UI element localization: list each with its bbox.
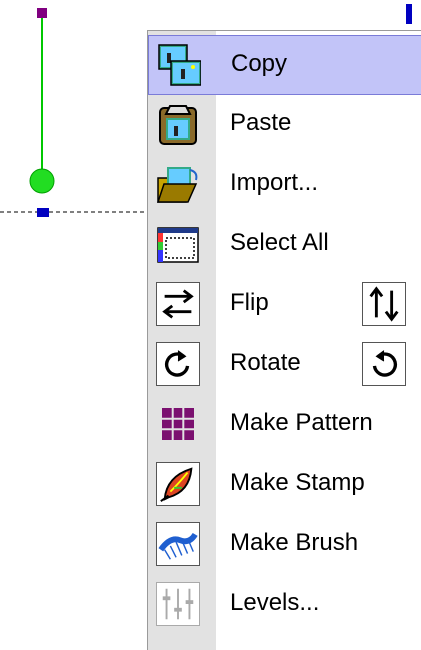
paste-icon xyxy=(159,105,197,145)
menu-item-select-all[interactable]: Select All xyxy=(148,215,421,275)
selection-handle-bottom[interactable] xyxy=(37,208,49,217)
flip-vertical-icon[interactable] xyxy=(362,282,406,326)
menu-item-levels[interactable]: Levels... xyxy=(148,575,421,635)
rotation-handle-knob[interactable] xyxy=(29,168,55,194)
flip-horizontal-icon xyxy=(156,282,200,326)
menu-item-label: Copy xyxy=(231,50,288,77)
import-icon xyxy=(156,167,198,203)
menu-item-import[interactable]: Import... xyxy=(148,155,421,215)
levels-sliders-icon xyxy=(156,582,200,626)
menu-item-label: Import... xyxy=(230,169,319,196)
menu-item-flip[interactable]: Flip xyxy=(148,275,421,335)
menu-item-label: Select All xyxy=(230,229,329,256)
menu-item-rotate[interactable]: Rotate xyxy=(148,335,421,395)
context-menu: Copy Paste Import... Select All Flip Rot… xyxy=(147,30,421,650)
menu-item-label: Make Brush xyxy=(230,529,359,556)
leaf-stamp-icon xyxy=(156,462,200,506)
copy-icon xyxy=(158,44,201,86)
brush-icon xyxy=(156,522,200,566)
menu-item-make-stamp[interactable]: Make Stamp xyxy=(148,455,421,515)
selection-handle-top-right[interactable] xyxy=(406,4,412,24)
menu-item-label: Rotate xyxy=(230,349,301,376)
menu-item-label: Make Stamp xyxy=(230,469,365,496)
rotate-clockwise-icon xyxy=(156,342,200,386)
menu-item-paste[interactable]: Paste xyxy=(148,95,421,155)
rotation-handle-top[interactable] xyxy=(37,8,47,18)
select-all-icon xyxy=(157,227,199,263)
rotate-counterclockwise-icon[interactable] xyxy=(362,342,406,386)
pattern-grid-icon xyxy=(162,408,194,440)
menu-item-copy[interactable]: Copy xyxy=(148,35,421,95)
menu-item-label: Paste xyxy=(230,109,292,136)
menu-item-label: Flip xyxy=(230,289,269,316)
menu-item-make-brush[interactable]: Make Brush xyxy=(148,515,421,575)
menu-item-make-pattern[interactable]: Make Pattern xyxy=(148,395,421,455)
menu-item-label: Make Pattern xyxy=(230,409,373,436)
menu-item-label: Levels... xyxy=(230,589,320,616)
